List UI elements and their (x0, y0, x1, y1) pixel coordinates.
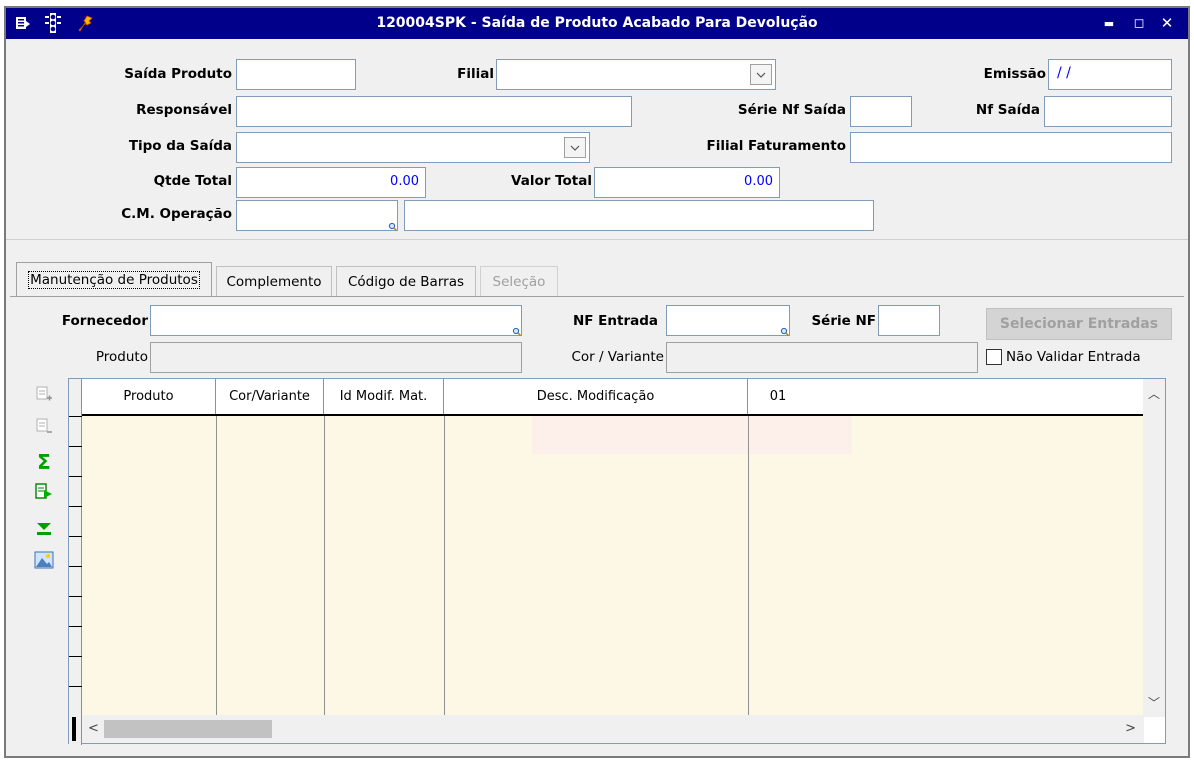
filial-faturamento-label: Filial Faturamento (706, 138, 846, 154)
grid-col-divider (444, 416, 445, 716)
tab-label: Complemento (226, 273, 322, 290)
minimize-button[interactable]: ▬ (1098, 13, 1120, 33)
grid-body[interactable] (82, 416, 1144, 716)
chevron-down-icon[interactable] (750, 64, 772, 85)
horizontal-scroll-thumb[interactable] (104, 720, 272, 738)
nao-validar-checkbox[interactable] (986, 349, 1002, 365)
sum-icon[interactable]: Σ (34, 450, 54, 474)
grid-header: Produto Cor/Variante Id Modif. Mat. Desc… (82, 379, 1144, 416)
title-bar: 120004SPK - Saída de Produto Acabado Par… (6, 8, 1188, 39)
tab-label: Seleção (492, 273, 546, 290)
grid-col-divider (324, 416, 325, 716)
serie-nf-saida-label: Série Nf Saída (737, 102, 846, 118)
cm-operacao-desc-input[interactable] (404, 200, 874, 231)
remove-row-icon[interactable] (34, 416, 54, 436)
col-header-01[interactable]: 01 (748, 379, 808, 414)
qtde-total-label: Qtde Total (153, 173, 232, 189)
col-header-desc-modificacao[interactable]: Desc. Modificação (444, 379, 748, 414)
col-header-produto[interactable]: Produto (82, 379, 216, 414)
emissao-value: / / (1057, 65, 1071, 81)
emissao-label: Emissão (983, 66, 1046, 82)
lookup-icon[interactable] (388, 222, 397, 231)
grid-col-divider (216, 416, 217, 716)
saida-produto-input[interactable] (236, 59, 356, 90)
produto-label: Produto (95, 349, 148, 365)
cm-operacao-label: C.M. Operação (121, 206, 232, 222)
section-divider (6, 239, 1188, 240)
tab-label: Código de Barras (348, 273, 464, 290)
qtde-total-input[interactable]: 0.00 (236, 167, 426, 198)
main-window: 120004SPK - Saída de Produto Acabado Par… (4, 6, 1190, 758)
chevron-left-icon[interactable]: < (88, 721, 99, 736)
vertical-scrollbar[interactable]: ︿ ﹀ (1143, 379, 1165, 717)
responsavel-input[interactable] (236, 96, 632, 127)
tab-codigo-barras[interactable]: Código de Barras (336, 266, 476, 296)
nf-saida-input[interactable] (1044, 96, 1172, 127)
lookup-icon[interactable] (512, 327, 521, 336)
qtde-total-value: 0.00 (390, 174, 419, 189)
chevron-down-icon[interactable]: ﹀ (1148, 694, 1160, 711)
tab-selecao: Seleção (480, 266, 558, 296)
valor-total-input[interactable]: 0.00 (594, 167, 780, 198)
export-icon[interactable] (34, 482, 54, 502)
col-header-cor-variante[interactable]: Cor/Variante (216, 379, 324, 414)
chevron-right-icon[interactable]: > (1125, 721, 1136, 736)
tab-manutencao-produtos[interactable]: Manutenção de Produtos (16, 262, 212, 296)
col-header-id-modif-mat[interactable]: Id Modif. Mat. (324, 379, 444, 414)
tipo-saida-select[interactable] (236, 132, 590, 163)
goto-end-icon[interactable] (34, 519, 54, 539)
filial-faturamento-input[interactable] (850, 132, 1172, 163)
tipo-saida-label: Tipo da Saída (128, 138, 232, 154)
grid-col-divider (748, 416, 749, 716)
window-title: 120004SPK - Saída de Produto Acabado Par… (376, 15, 818, 31)
valor-total-value: 0.00 (744, 174, 773, 189)
nf-entrada-input[interactable] (666, 305, 790, 336)
saida-produto-label: Saída Produto (124, 66, 232, 82)
tab-complemento[interactable]: Complemento (216, 266, 332, 296)
chevron-up-icon[interactable]: ︿ (1148, 385, 1160, 402)
cor-variante-label: Cor / Variante (571, 349, 664, 365)
close-button[interactable]: ✕ (1156, 13, 1178, 33)
products-grid[interactable]: Produto Cor/Variante Id Modif. Mat. Desc… (68, 378, 1166, 745)
image-icon[interactable] (34, 550, 54, 570)
tab-label: Manutenção de Produtos (28, 270, 200, 289)
filial-label: Filial (457, 66, 494, 82)
grid-highlight (532, 416, 852, 454)
nf-saida-label: Nf Saída (975, 102, 1040, 118)
nao-validar-label: Não Validar Entrada (1006, 349, 1141, 365)
lookup-icon[interactable] (780, 327, 789, 336)
serie-nf-saida-input[interactable] (850, 96, 912, 127)
emissao-input[interactable]: / / (1048, 59, 1172, 90)
serie-nf-label: Série NF (811, 313, 876, 329)
responsavel-label: Responsável (136, 102, 232, 118)
produto-readonly-input (150, 342, 522, 373)
chevron-down-icon[interactable] (564, 137, 586, 158)
maximize-button[interactable]: ◻ (1128, 13, 1150, 33)
horizontal-scrollbar[interactable]: < > (82, 715, 1144, 743)
tab-underline (10, 296, 1184, 297)
cor-variante-readonly-input (666, 342, 978, 373)
row-gutter (69, 379, 82, 745)
fornecedor-label: Fornecedor (61, 313, 148, 329)
add-row-icon[interactable] (34, 384, 54, 404)
serie-nf-input[interactable] (878, 305, 940, 336)
nf-entrada-label: NF Entrada (572, 313, 658, 329)
selecionar-entradas-button[interactable]: Selecionar Entradas (986, 308, 1172, 340)
fornecedor-input[interactable] (150, 305, 522, 336)
cm-operacao-code-input[interactable] (236, 200, 398, 231)
valor-total-label: Valor Total (511, 173, 592, 189)
filial-select[interactable] (496, 59, 776, 90)
